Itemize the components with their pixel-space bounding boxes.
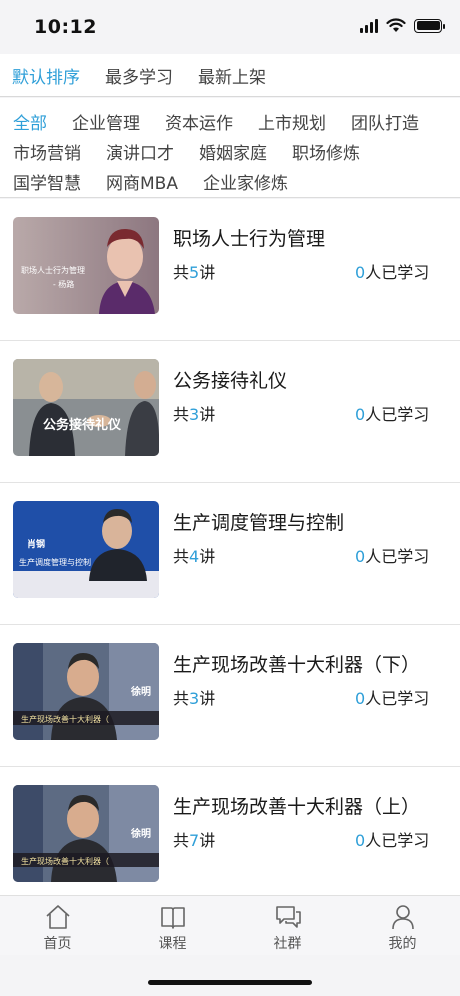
course-thumbnail: 职场人士行为管理 - 杨路 <box>13 217 159 314</box>
category-item[interactable]: 资本运作 <box>165 109 233 134</box>
lesson-count: 共7讲 <box>173 831 216 850</box>
course-list: 职场人士行为管理 - 杨路 职场人士行为管理 共5讲 0人已学习 公务接待礼仪 … <box>0 199 460 895</box>
lesson-count: 共4讲 <box>173 547 216 566</box>
battery-icon <box>414 18 445 33</box>
category-row: 全部 企业管理 资本运作 上市规划 团队打造 <box>13 106 460 136</box>
course-thumbnail: 徐明 生产现场改善十大利器（ <box>13 785 159 882</box>
tab-label: 课程 <box>158 936 187 952</box>
sort-bar: 默认排序 最多学习 最新上架 <box>0 54 460 97</box>
course-item[interactable]: 公务接待礼仪 公务接待礼仪 共3讲 0人已学习 <box>0 341 460 483</box>
course-item[interactable]: 徐明 生产现场改善十大利器（ 生产现场改善十大利器（上） 共7讲 0人已学习 <box>0 767 460 895</box>
thumbnail-caption: 徐明 <box>130 685 151 698</box>
student-count: 0人已学习 <box>355 405 430 424</box>
tab-label: 首页 <box>43 936 72 952</box>
sort-default[interactable]: 默认排序 <box>12 63 80 88</box>
book-icon <box>160 907 185 929</box>
course-item[interactable]: 职场人士行为管理 - 杨路 职场人士行为管理 共5讲 0人已学习 <box>0 199 460 341</box>
course-title: 公务接待礼仪 <box>173 370 288 392</box>
thumbnail-caption-secondary: 生产调度管理与控制 <box>19 557 91 567</box>
course-item[interactable]: 徐明 生产现场改善十大利器（ 生产现场改善十大利器（下） 共3讲 0人已学习 <box>0 625 460 767</box>
lesson-count: 共3讲 <box>173 405 216 424</box>
thumbnail-caption: 肖钢 <box>27 538 45 550</box>
status-icons <box>360 18 445 33</box>
category-item[interactable]: 婚姻家庭 <box>199 139 267 164</box>
student-count: 0人已学习 <box>355 263 430 282</box>
chat-icon <box>275 906 301 928</box>
course-title: 生产现场改善十大利器（下） <box>173 654 421 676</box>
category-item[interactable]: 演讲口才 <box>106 139 174 164</box>
sort-newest[interactable]: 最新上架 <box>198 63 266 88</box>
thumbnail-caption: 公务接待礼仪 <box>43 417 122 433</box>
status-bar: 10:12 <box>0 0 460 54</box>
category-item[interactable]: 企业管理 <box>72 109 140 134</box>
thumbnail-caption-secondary: 生产现场改善十大利器（ <box>21 856 109 866</box>
status-time: 10:12 <box>34 16 97 38</box>
course-title: 生产调度管理与控制 <box>173 512 345 534</box>
cellular-signal-icon <box>360 18 378 33</box>
lesson-count: 共3讲 <box>173 689 216 708</box>
lesson-count: 共5讲 <box>173 263 216 282</box>
bottom-tab-bar: 首页 课程 社群 我的 <box>0 895 460 955</box>
category-all[interactable]: 全部 <box>13 109 47 134</box>
category-item[interactable]: 企业家修炼 <box>203 169 288 194</box>
category-row: 市场营销 演讲口才 婚姻家庭 职场修炼 <box>13 136 460 166</box>
course-thumbnail: 肖钢 生产调度管理与控制 <box>13 501 159 598</box>
sort-most-studied[interactable]: 最多学习 <box>105 63 173 88</box>
course-title: 职场人士行为管理 <box>173 228 326 250</box>
category-item[interactable]: 国学智慧 <box>13 169 81 194</box>
category-item[interactable]: 上市规划 <box>258 109 326 134</box>
category-item[interactable]: 团队打造 <box>351 109 419 134</box>
home-icon <box>45 905 70 929</box>
thumbnail-caption: 徐明 <box>130 827 151 840</box>
tab-home[interactable]: 首页 <box>0 896 115 955</box>
thumbnail-caption: 职场人士行为管理 <box>21 265 85 275</box>
tab-profile[interactable]: 我的 <box>345 896 460 955</box>
tab-label: 我的 <box>388 936 417 952</box>
tab-courses[interactable]: 课程 <box>115 896 230 955</box>
category-item[interactable]: 职场修炼 <box>292 139 360 164</box>
category-item[interactable]: 网商MBA <box>106 169 178 194</box>
course-thumbnail: 徐明 生产现场改善十大利器（ <box>13 643 159 740</box>
thumbnail-caption-secondary: 生产现场改善十大利器（ <box>21 714 109 724</box>
category-row: 国学智慧 网商MBA 企业家修炼 <box>13 166 460 196</box>
thumbnail-caption-secondary: - 杨路 <box>53 279 74 289</box>
student-count: 0人已学习 <box>355 831 430 850</box>
category-filter: 全部 企业管理 资本运作 上市规划 团队打造 市场营销 演讲口才 婚姻家庭 职场… <box>0 98 460 198</box>
tab-community[interactable]: 社群 <box>230 896 345 955</box>
person-icon <box>391 905 414 930</box>
course-thumbnail: 公务接待礼仪 <box>13 359 159 456</box>
course-title: 生产现场改善十大利器（上） <box>173 796 421 818</box>
course-item[interactable]: 肖钢 生产调度管理与控制 生产调度管理与控制 共4讲 0人已学习 <box>0 483 460 625</box>
tab-label: 社群 <box>273 936 302 952</box>
home-indicator[interactable] <box>148 980 312 985</box>
student-count: 0人已学习 <box>355 547 430 566</box>
wifi-icon <box>386 18 406 32</box>
student-count: 0人已学习 <box>355 689 430 708</box>
category-item[interactable]: 市场营销 <box>13 139 81 164</box>
